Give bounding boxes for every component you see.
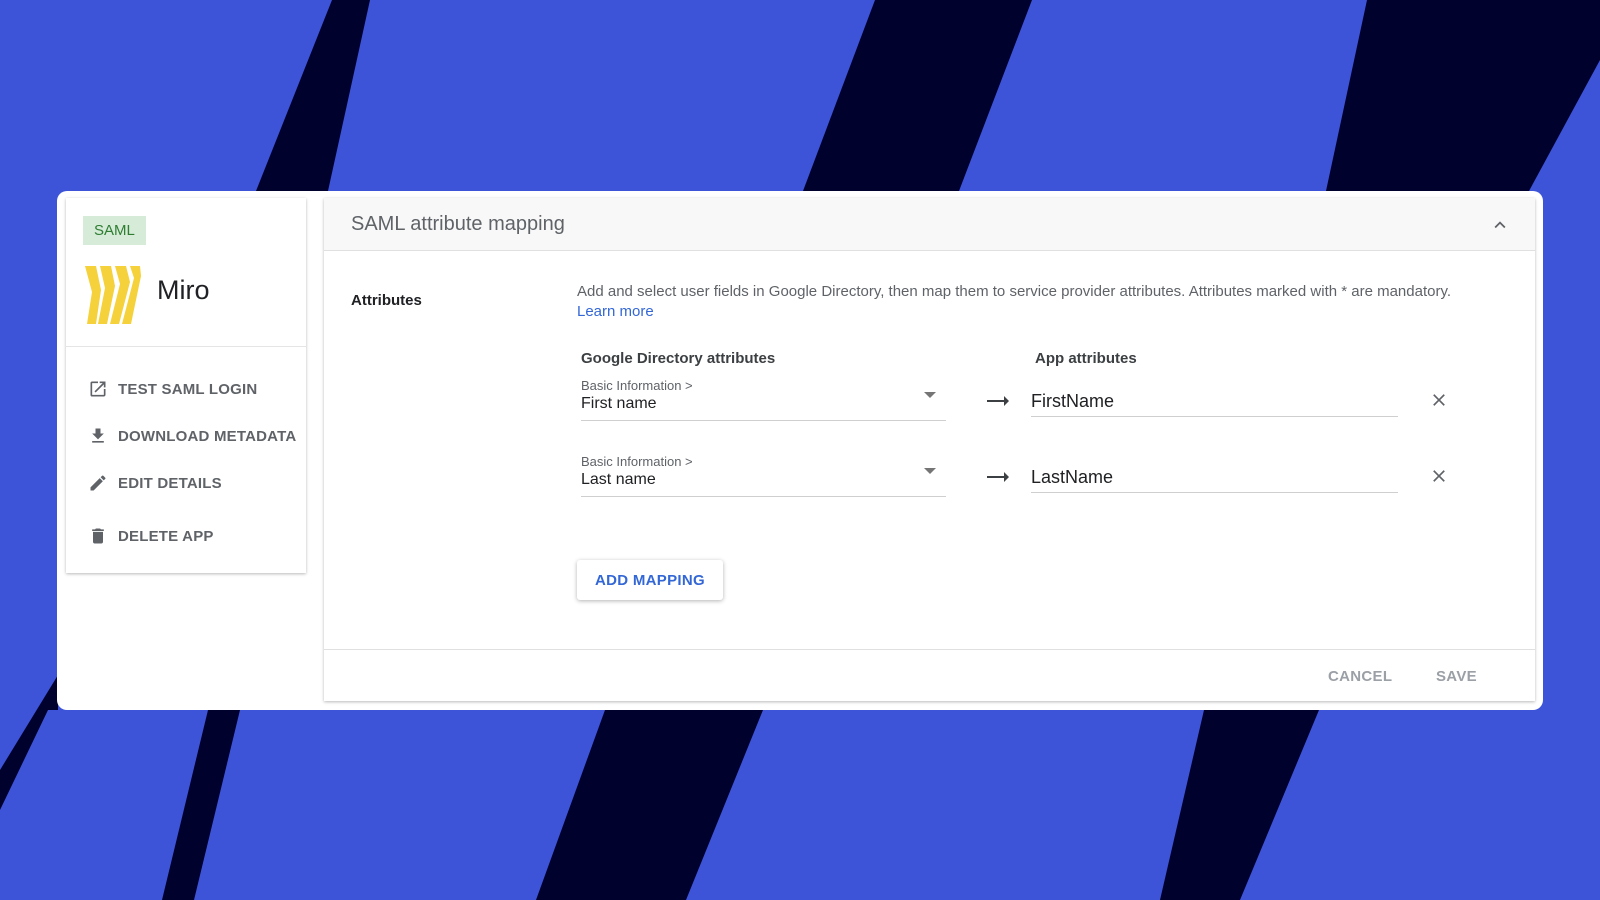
app-card: SAML Miro TEST SAML LOGIN DOWNLOAD METAD… <box>57 191 1543 710</box>
arrow-right-icon <box>987 396 1009 406</box>
panel-title: SAML attribute mapping <box>351 213 565 235</box>
test-saml-login-button[interactable]: TEST SAML LOGIN <box>88 375 257 403</box>
learn-more-link[interactable]: Learn more <box>577 303 654 320</box>
saml-badge: SAML <box>83 216 146 245</box>
app-sidebar: SAML Miro TEST SAML LOGIN DOWNLOAD METAD… <box>66 198 306 573</box>
download-metadata-button[interactable]: DOWNLOAD METADATA <box>88 422 296 450</box>
save-button[interactable]: SAVE <box>1436 668 1477 685</box>
delete-app-label: DELETE APP <box>118 527 214 545</box>
directory-attribute-select[interactable]: Basic Information > Last name <box>581 450 946 497</box>
edit-details-button[interactable]: EDIT DETAILS <box>88 469 222 497</box>
open-in-new-icon <box>90 381 106 397</box>
app-attribute-input[interactable] <box>1031 462 1398 493</box>
mapping-description: Add and select user fields in Google Dir… <box>577 282 1507 322</box>
chevron-up-icon[interactable] <box>1489 214 1511 236</box>
close-icon[interactable] <box>1429 466 1449 486</box>
download-icon <box>92 428 104 443</box>
dropdown-caret-icon <box>924 392 936 398</box>
section-label: Attributes <box>351 292 422 309</box>
app-attribute-input[interactable] <box>1031 386 1398 417</box>
close-icon[interactable] <box>1429 390 1449 410</box>
arrow-right-icon <box>987 472 1009 482</box>
app-name: Miro <box>157 275 210 305</box>
download-metadata-label: DOWNLOAD METADATA <box>118 427 297 445</box>
select-category: Basic Information > <box>581 378 693 393</box>
attribute-mapping-panel: SAML attribute mapping Attributes Add an… <box>324 198 1535 701</box>
dropdown-caret-icon <box>924 468 936 474</box>
miro-logo-icon <box>85 266 141 324</box>
app-attributes-heading: App attributes <box>1035 350 1137 367</box>
directory-attributes-heading: Google Directory attributes <box>581 350 776 367</box>
app-header: SAML Miro <box>66 198 306 347</box>
cancel-button[interactable]: CANCEL <box>1328 668 1392 685</box>
select-value: First name <box>581 395 657 412</box>
test-saml-login-label: TEST SAML LOGIN <box>118 380 258 398</box>
panel-header: SAML attribute mapping <box>324 198 1535 251</box>
select-category: Basic Information > <box>581 454 693 469</box>
trash-icon <box>92 528 104 544</box>
delete-app-button[interactable]: DELETE APP <box>88 522 214 550</box>
panel-footer: CANCEL SAVE <box>324 649 1535 702</box>
pencil-icon <box>90 475 106 491</box>
description-text: Add and select user fields in Google Dir… <box>577 283 1452 300</box>
edit-details-label: EDIT DETAILS <box>118 474 222 492</box>
directory-attribute-select[interactable]: Basic Information > First name <box>581 374 946 421</box>
select-value: Last name <box>581 471 656 488</box>
add-mapping-button[interactable]: ADD MAPPING <box>577 560 723 600</box>
